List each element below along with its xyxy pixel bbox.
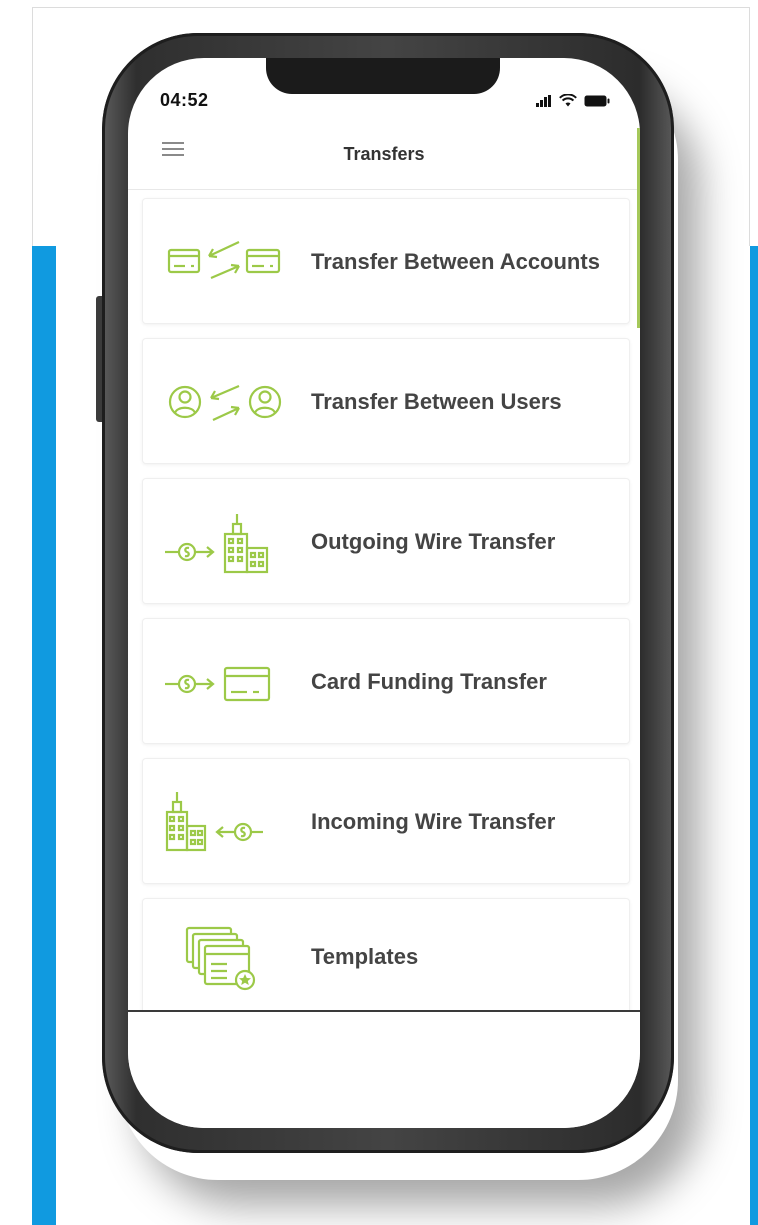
- transfer-between-accounts-item[interactable]: Transfer Between Accounts: [142, 198, 630, 324]
- accent-edge: [637, 128, 640, 328]
- templates-item[interactable]: Templates: [142, 898, 630, 1014]
- incoming-wire-transfer-label: Incoming Wire Transfer: [311, 809, 556, 834]
- incoming-wire-transfer-item[interactable]: Incoming Wire Transfer: [142, 758, 630, 884]
- app-header: Transfers: [128, 128, 640, 190]
- templates-icon: [185, 926, 256, 991]
- battery-icon: [584, 95, 610, 107]
- phone-notch: [266, 58, 500, 94]
- card-exchange-icon: [167, 241, 281, 280]
- transfer-between-accounts-label: Transfer Between Accounts: [311, 249, 600, 274]
- user-exchange-icon: [168, 384, 282, 421]
- status-time: 04:52: [160, 90, 209, 110]
- outgoing-wire-icon: [165, 514, 269, 574]
- incoming-wire-icon: [165, 792, 263, 852]
- card-funding-icon: [165, 666, 271, 702]
- bottom-blank-area: [128, 1010, 640, 1128]
- signal-icon: [536, 95, 552, 107]
- status-icons: [536, 94, 610, 107]
- card-funding-transfer-label: Card Funding Transfer: [311, 669, 547, 694]
- wifi-icon: [559, 94, 577, 107]
- transfer-between-users-item[interactable]: Transfer Between Users: [142, 338, 630, 464]
- card-funding-transfer-item[interactable]: Card Funding Transfer: [142, 618, 630, 744]
- outgoing-wire-transfer-item[interactable]: Outgoing Wire Transfer: [142, 478, 630, 604]
- transfer-options-list: Transfer Between Accounts Transfer Betwe…: [142, 198, 632, 1028]
- transfer-between-users-label: Transfer Between Users: [311, 389, 562, 414]
- page-title: Transfers: [343, 144, 425, 164]
- outgoing-wire-transfer-label: Outgoing Wire Transfer: [311, 529, 556, 554]
- phone-screen: 04:52 Transfers Transfer Between Account…: [128, 58, 640, 1128]
- templates-label: Templates: [311, 944, 419, 969]
